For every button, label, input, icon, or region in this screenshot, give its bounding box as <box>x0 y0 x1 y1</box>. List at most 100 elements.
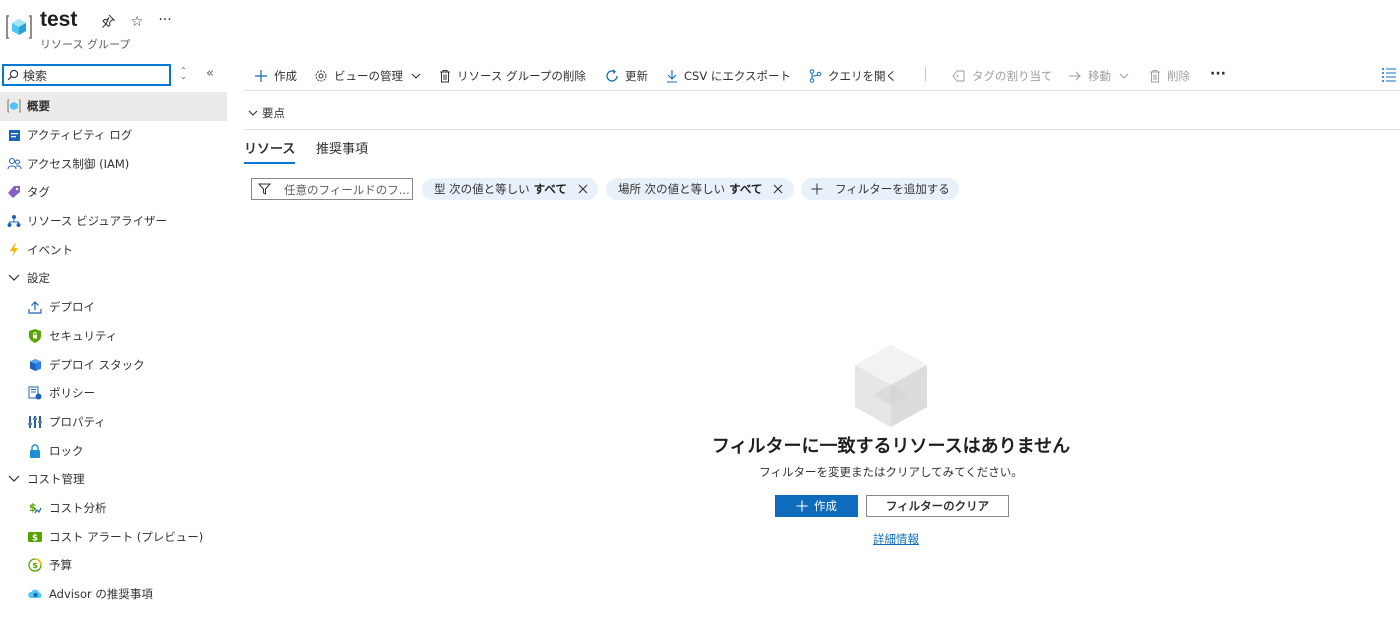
sidebar-item-cost-analysis[interactable]: $ コスト分析 <box>0 494 227 523</box>
sidebar-group-settings[interactable]: 設定 <box>0 264 227 293</box>
plus-icon <box>796 500 808 512</box>
sidebar-item-locks[interactable]: ロック <box>0 436 227 465</box>
sidebar-item-tags[interactable]: タグ <box>0 178 227 207</box>
chevron-down-icon <box>6 270 22 286</box>
lock-icon <box>27 443 43 459</box>
cube-stack-icon <box>27 357 43 373</box>
filter-pill-value: すべて <box>533 182 567 196</box>
cost-analysis-icon: $ <box>27 500 43 516</box>
query-icon <box>809 69 822 83</box>
essentials-toggle[interactable]: 要点 <box>244 100 1400 130</box>
list-view-icon[interactable] <box>1381 67 1397 83</box>
gear-icon <box>315 70 327 82</box>
assign-tags-button[interactable]: タグの割り当て <box>952 66 1053 86</box>
star-icon[interactable]: ☆ <box>129 14 145 30</box>
trash-icon <box>1150 70 1160 83</box>
sidebar-item-overview[interactable]: 概要 <box>0 92 227 121</box>
filter-pill-value: すべて <box>729 182 763 196</box>
close-icon[interactable] <box>772 183 784 195</box>
sidebar-item-events[interactable]: イベント <box>0 235 227 264</box>
empty-create-button[interactable]: 作成 <box>775 495 858 517</box>
download-icon <box>667 70 677 83</box>
add-filter-label: フィルターを追加する <box>835 182 950 196</box>
tab-resources[interactable]: リソース <box>244 138 296 164</box>
export-csv-button[interactable]: CSV にエクスポート <box>666 66 791 86</box>
manage-view-button[interactable]: ビューの管理 <box>314 66 421 86</box>
search-input[interactable] <box>23 67 163 83</box>
filter-search-input[interactable]: 任意のフィールドのフ... <box>251 178 413 200</box>
sidebar-item-resource-visualizer[interactable]: リソース ビジュアライザー <box>0 207 227 236</box>
delete-button[interactable]: 削除 <box>1149 66 1190 86</box>
budget-icon: $ <box>27 557 43 573</box>
empty-cube-icon <box>855 345 927 427</box>
essentials-label: 要点 <box>262 106 285 120</box>
sidebar-item-advisor[interactable]: Advisor の推奨事項 <box>0 580 227 609</box>
sidebar-item-label: 概要 <box>27 99 50 114</box>
arrow-right-icon <box>1069 71 1081 81</box>
plus-icon <box>811 183 823 195</box>
sort-icon[interactable]: ⌃ ⌄ <box>180 67 187 81</box>
sidebar-item-label: デプロイ スタック <box>49 357 145 372</box>
add-filter-button[interactable]: フィルターを追加する <box>801 178 959 200</box>
sidebar-item-label: アクセス制御 (IAM) <box>27 156 130 171</box>
sidebar-item-label: ポリシー <box>49 386 95 401</box>
filter-pill-location[interactable]: 場所 次の値と等しい すべて <box>606 178 794 200</box>
page-title: test <box>40 8 78 31</box>
refresh-button[interactable]: 更新 <box>605 66 648 86</box>
create-button[interactable]: 作成 <box>254 66 297 86</box>
sidebar-item-label: ロック <box>49 443 84 458</box>
sidebar-search[interactable] <box>2 64 171 86</box>
empty-state-title: フィルターに一致するリソースはありません <box>711 436 1071 457</box>
move-button[interactable]: 移動 <box>1068 66 1129 86</box>
tab-recommendations[interactable]: 推奨事項 <box>316 138 368 164</box>
sidebar-item-deployment-stacks[interactable]: デプロイ スタック <box>0 350 227 379</box>
sidebar-group-cost-management[interactable]: コスト管理 <box>0 465 227 494</box>
sidebar-nav: 概要 アクティビティ ログ アクセス制御 (IAM) タグ リソース ビジュアラ… <box>0 92 227 608</box>
clear-filters-button[interactable]: フィルターのクリア <box>866 495 1009 517</box>
filter-pill-type[interactable]: 型 次の値と等しい すべて <box>422 178 598 200</box>
collapse-icon[interactable]: « <box>206 66 214 81</box>
people-icon <box>6 156 22 172</box>
sidebar-item-label: リソース ビジュアライザー <box>27 214 168 229</box>
activity-log-icon <box>6 127 22 143</box>
pin-icon[interactable] <box>100 14 116 30</box>
sidebar-item-activity-log[interactable]: アクティビティ ログ <box>0 121 227 150</box>
more-icon: ··· <box>1210 66 1226 82</box>
sidebar-group-label: コスト管理 <box>27 472 85 487</box>
plus-icon <box>255 70 267 82</box>
sidebar-item-security[interactable]: セキュリティ <box>0 322 227 351</box>
advisor-icon <box>27 586 43 602</box>
lightning-icon <box>6 242 22 258</box>
learn-more-link[interactable]: 詳細情報 <box>873 531 919 547</box>
filter-icon <box>258 183 271 195</box>
close-icon[interactable] <box>577 183 589 195</box>
policy-icon <box>27 385 43 401</box>
sidebar-item-label: Advisor の推奨事項 <box>49 587 153 602</box>
sidebar-item-label: アクティビティ ログ <box>27 128 133 143</box>
blade-header: test リソース グループ ☆ ··· <box>0 0 1400 58</box>
sidebar-item-cost-alerts[interactable]: $ コスト アラート (プレビュー) <box>0 522 227 551</box>
svg-text:$: $ <box>32 561 38 570</box>
page-subtitle: リソース グループ <box>40 38 131 51</box>
tag-icon <box>6 184 22 200</box>
filter-pill-label: 場所 次の値と等しい <box>618 182 726 196</box>
more-icon[interactable]: ··· <box>157 12 173 28</box>
open-query-button[interactable]: クエリを開く <box>809 66 897 86</box>
sidebar-item-iam[interactable]: アクセス制御 (IAM) <box>0 149 227 178</box>
more-commands-button[interactable]: ··· <box>1210 64 1226 84</box>
sidebar-item-label: イベント <box>27 242 73 257</box>
cost-alert-icon: $ <box>27 529 43 545</box>
sidebar-item-label: セキュリティ <box>49 328 118 343</box>
empty-state-description: フィルターを変更またはクリアしてみてください。 <box>759 465 1023 479</box>
shield-icon <box>27 328 43 344</box>
sidebar-group-label: 設定 <box>27 271 50 286</box>
sidebar-item-deployments[interactable]: デプロイ <box>0 293 227 322</box>
sidebar-item-properties[interactable]: プロパティ <box>0 408 227 437</box>
command-bar: 作成 ビューの管理 リソース グループの削除 更新 CSV にエクスポート クエ… <box>244 61 1400 91</box>
sidebar-item-budgets[interactable]: $ 予算 <box>0 551 227 580</box>
delete-resource-group-button[interactable]: リソース グループの削除 <box>439 66 586 86</box>
chevron-down-icon <box>6 471 22 487</box>
sidebar: ⌃⌄ « 概要 アクティビティ ログ アクセス制御 (IAM) タグ <box>0 60 227 618</box>
sidebar-item-label: プロパティ <box>49 414 106 429</box>
sidebar-item-policies[interactable]: ポリシー <box>0 379 227 408</box>
